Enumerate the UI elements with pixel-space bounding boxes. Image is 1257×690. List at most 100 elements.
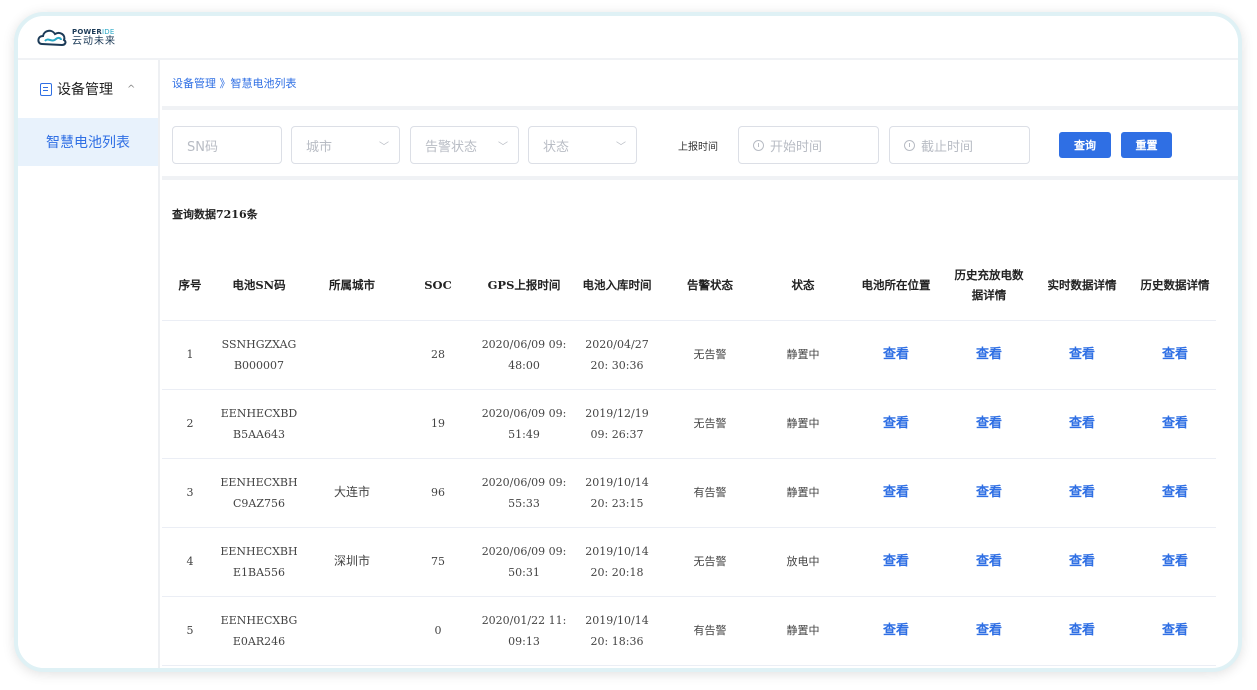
view-history-link[interactable]: 查看: [1134, 527, 1216, 597]
table-row: 5 EENHECXBG E0AR246 0 2020/01/22 11: 09:13 2…: [162, 596, 1216, 666]
gps-time-cell: 2020/06/09 09: 51:49: [472, 389, 576, 459]
alarm-status-cell: 无告警: [658, 389, 762, 459]
view-realtime-link[interactable]: 查看: [1030, 389, 1134, 459]
col-header: 历史数据详情: [1134, 250, 1216, 321]
view-location-link[interactable]: 查看: [844, 596, 948, 666]
alarm-status-cell: 无告警: [658, 527, 762, 597]
view-history-link[interactable]: 查看: [1134, 596, 1216, 666]
col-header: 电池入库时间: [576, 250, 658, 321]
clock-icon: [904, 139, 915, 151]
col-header: SOC: [404, 250, 472, 321]
city-cell: [300, 389, 404, 459]
battery-sn: EENHECXBH E1BA556: [218, 527, 300, 597]
row-index: 2: [162, 389, 218, 459]
battery-sn: EENHECXBH C9AZ756: [218, 458, 300, 528]
col-header: 历史充放电数据详情: [948, 250, 1030, 321]
stock-time-cell: 2019/10/14 20: 20:18: [576, 527, 658, 597]
view-location-link[interactable]: 查看: [844, 389, 948, 459]
stock-time-cell: 2019/10/14 20: 18:36: [576, 596, 658, 666]
alarm-status-cell: 有告警: [658, 596, 762, 666]
view-realtime-link[interactable]: 查看: [1030, 527, 1134, 597]
stock-time-cell: 2019/12/19 09: 26:37: [576, 389, 658, 459]
col-header: 电池SN码: [218, 250, 300, 321]
sidebar-item-battery-list[interactable]: 智慧电池列表: [18, 118, 158, 166]
sn-input[interactable]: SN码: [172, 126, 282, 164]
sidebar-item-label: 智慧电池列表: [46, 135, 130, 151]
result-count: 查询数据7216条: [172, 208, 258, 221]
row-index: 5: [162, 596, 218, 666]
col-header: 状态: [762, 250, 844, 321]
soc-cell: 96: [404, 458, 472, 528]
status-cell: 静置中: [762, 596, 844, 666]
battery-sn: EENHECXBG E0AR246: [218, 596, 300, 666]
end-time-input[interactable]: 截止时间: [889, 126, 1030, 164]
chevron-up-icon: ^: [127, 83, 136, 95]
view-charge-history-link[interactable]: 查看: [948, 527, 1030, 597]
chevron-down-icon: ﹀: [498, 142, 508, 153]
view-realtime-link[interactable]: 查看: [1030, 458, 1134, 528]
soc-cell: 19: [404, 389, 472, 459]
filter-bar: SN码 城市 ﹀ 告警状态 ﹀ 状态 ﹀ 上报时间 开始时间 截止时间 查询 重…: [162, 110, 1238, 176]
view-location-link[interactable]: 查看: [844, 320, 948, 390]
alarm-select-placeholder: 告警状态: [425, 139, 478, 155]
sn-input-placeholder: SN码: [187, 139, 218, 155]
view-charge-history-link[interactable]: 查看: [948, 320, 1030, 390]
cloud-logo-icon: [37, 29, 67, 47]
start-time-input[interactable]: 开始时间: [738, 126, 879, 164]
view-charge-history-link[interactable]: 查看: [948, 596, 1030, 666]
city-cell: [300, 596, 404, 666]
view-history-link[interactable]: 查看: [1134, 458, 1216, 528]
city-cell: 深圳市: [300, 527, 404, 597]
start-time-placeholder: 开始时间: [770, 139, 823, 155]
status-select[interactable]: 状态 ﹀: [528, 126, 637, 164]
status-cell: 放电中: [762, 527, 844, 597]
table-body: 1 SSNHGZXAG B000007 28 2020/06/09 09: 48:00…: [162, 320, 1216, 666]
city-select-placeholder: 城市: [306, 139, 333, 155]
report-time-label: 上报时间: [678, 142, 718, 153]
city-select[interactable]: 城市 ﹀: [291, 126, 400, 164]
alarm-status-select[interactable]: 告警状态 ﹀: [410, 126, 519, 164]
view-realtime-link[interactable]: 查看: [1030, 596, 1134, 666]
reset-button[interactable]: 重置: [1121, 132, 1172, 158]
alarm-status-cell: 无告警: [658, 320, 762, 390]
top-bar: POWERIDE 云动未来: [18, 16, 1238, 60]
view-history-link[interactable]: 查看: [1134, 320, 1216, 390]
row-index: 3: [162, 458, 218, 528]
view-history-link[interactable]: 查看: [1134, 389, 1216, 459]
row-index: 1: [162, 320, 218, 390]
main-area: 设备管理 》智慧电池列表 SN码 城市 ﹀ 告警状态 ﹀ 状态 ﹀ 上报时间 开…: [162, 60, 1238, 668]
col-header: 告警状态: [658, 250, 762, 321]
end-time-placeholder: 截止时间: [921, 139, 974, 155]
status-cell: 静置中: [762, 389, 844, 459]
row-index: 4: [162, 527, 218, 597]
app-window: POWERIDE 云动未来 设备管理 ^ 智慧电池列表 设备管理 》智慧电池列表…: [14, 12, 1242, 672]
chevron-down-icon: ﹀: [616, 142, 626, 153]
col-header: 序号: [162, 250, 218, 321]
view-location-link[interactable]: 查看: [844, 458, 948, 528]
search-button[interactable]: 查询: [1059, 132, 1111, 158]
status-cell: 静置中: [762, 458, 844, 528]
view-realtime-link[interactable]: 查看: [1030, 320, 1134, 390]
logo-text-cn: 云动未来: [72, 36, 116, 47]
battery-sn: EENHECXBD B5AA643: [218, 389, 300, 459]
clock-icon: [753, 139, 764, 151]
table-row: 1 SSNHGZXAG B000007 28 2020/06/09 09: 48:00…: [162, 320, 1216, 390]
view-location-link[interactable]: 查看: [844, 527, 948, 597]
city-cell: 大连市: [300, 458, 404, 528]
gps-time-cell: 2020/01/22 11: 09:13: [472, 596, 576, 666]
sidebar-menu-label: 设备管理: [57, 82, 113, 98]
soc-cell: 0: [404, 596, 472, 666]
gps-time-cell: 2020/06/09 09: 50:31: [472, 527, 576, 597]
col-header: 电池所在位置: [844, 250, 948, 321]
breadcrumb[interactable]: 设备管理 》智慧电池列表: [162, 60, 1238, 106]
sidebar-menu-device-management[interactable]: 设备管理 ^: [18, 60, 158, 118]
table-row: 4 EENHECXBH E1BA556 深圳市 75 2020/06/09 09: 50…: [162, 527, 1216, 597]
soc-cell: 28: [404, 320, 472, 390]
view-charge-history-link[interactable]: 查看: [948, 458, 1030, 528]
col-header: 所属城市: [300, 250, 404, 321]
gps-time-cell: 2020/06/09 09: 48:00: [472, 320, 576, 390]
device-list-icon: [40, 82, 52, 96]
table-row: 3 EENHECXBH C9AZ756 大连市 96 2020/06/09 09: 55…: [162, 458, 1216, 528]
view-charge-history-link[interactable]: 查看: [948, 389, 1030, 459]
gps-time-cell: 2020/06/09 09: 55:33: [472, 458, 576, 528]
